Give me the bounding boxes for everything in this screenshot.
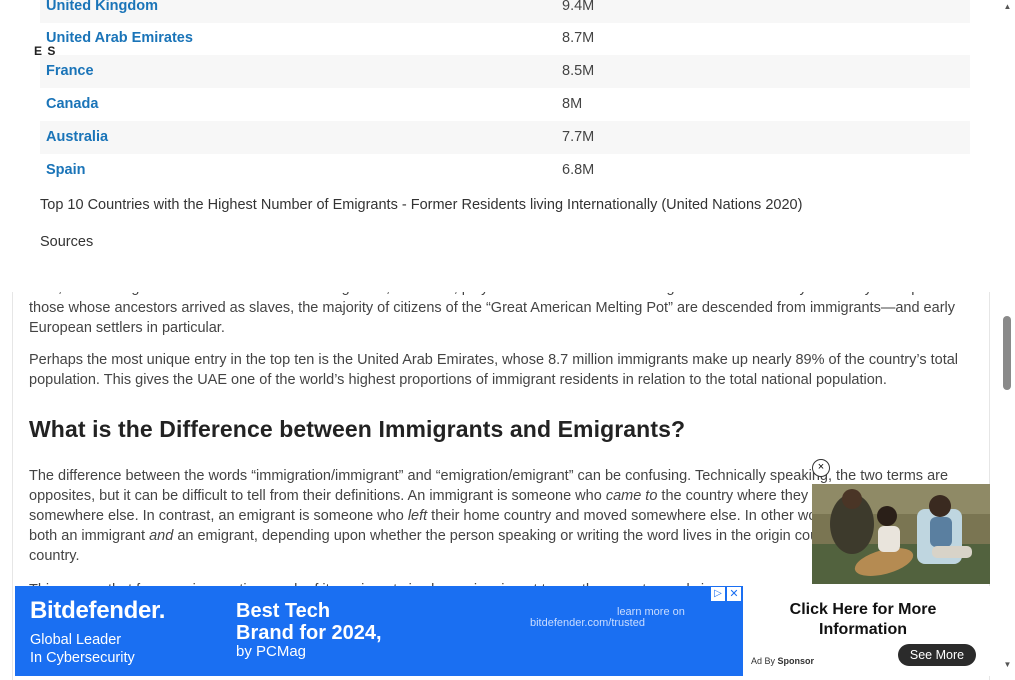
ad-tagline: Global Leader <box>30 632 122 648</box>
sponsor-ad[interactable]: Click Here for More Information Ad By Sp… <box>743 586 990 676</box>
country-link[interactable]: Canada <box>46 96 98 112</box>
sources-toggle[interactable]: Sources <box>40 234 93 250</box>
ad-headline-source: by PCMag <box>236 643 307 660</box>
country-link[interactable]: United Arab Emirates <box>46 30 193 46</box>
emigrant-count: 8.7M <box>562 30 595 46</box>
sponsor-cta-text[interactable]: Click Here for More Information <box>763 600 963 640</box>
see-more-button[interactable]: See More <box>898 644 976 666</box>
table-row: Australia 7.7M <box>40 121 970 154</box>
emigrant-count: 9.4M <box>562 0 595 14</box>
table-row: Spain 6.8M <box>40 154 970 187</box>
video-player[interactable] <box>812 484 990 584</box>
ad-headline: Best Tech <box>236 600 331 622</box>
table-row: Canada 8M <box>40 88 970 121</box>
country-link[interactable]: Spain <box>46 162 85 178</box>
ad-close-icon[interactable]: ✕ <box>727 587 741 601</box>
article-paragraph-uae: Perhaps the most unique entry in the top… <box>29 352 959 388</box>
bitdefender-ad-banner[interactable]: Bitdefender. Global Leader In Cybersecur… <box>15 586 743 676</box>
emigrant-count: 8.5M <box>562 63 595 79</box>
country-link[interactable]: Australia <box>46 129 108 145</box>
page-scrollbar[interactable]: ▲ ▼ <box>1000 0 1015 676</box>
video-close-icon[interactable]: × <box>812 459 830 477</box>
country-link[interactable]: United Kingdom <box>46 0 158 14</box>
emigrant-count: 8M <box>562 96 583 112</box>
ad-brand-logo: Bitdefender. <box>30 597 166 624</box>
ad-learn-more-url[interactable]: bitdefender.com/trusted <box>530 617 645 629</box>
emigrants-table-panel: E S United Kingdom 9.4M United Arab Emir… <box>0 0 1000 292</box>
section-heading: What is the Difference between Immigrant… <box>29 416 686 442</box>
scroll-up-icon[interactable]: ▲ <box>1003 2 1012 11</box>
video-thumbnail-image <box>812 484 990 584</box>
emigrant-count: 7.7M <box>562 129 595 145</box>
table-row: United Kingdom 9.4M <box>40 0 970 23</box>
country-link[interactable]: France <box>46 63 94 79</box>
ad-by-label: Ad By Sponsor <box>751 656 815 666</box>
ad-headline: Brand for 2024, <box>236 622 382 644</box>
adchoices-icon[interactable]: ▷ <box>711 587 725 601</box>
table-row: United Arab Emirates 8.7M <box>40 22 970 55</box>
scroll-down-icon[interactable]: ▼ <box>1003 660 1012 669</box>
emigrant-count: 6.8M <box>562 162 595 178</box>
table-caption: Top 10 Countries with the Highest Number… <box>40 197 803 213</box>
scrollbar-thumb[interactable] <box>1003 316 1011 390</box>
table-row: France 8.5M <box>40 55 970 88</box>
ad-tagline: In Cybersecurity <box>30 650 135 666</box>
